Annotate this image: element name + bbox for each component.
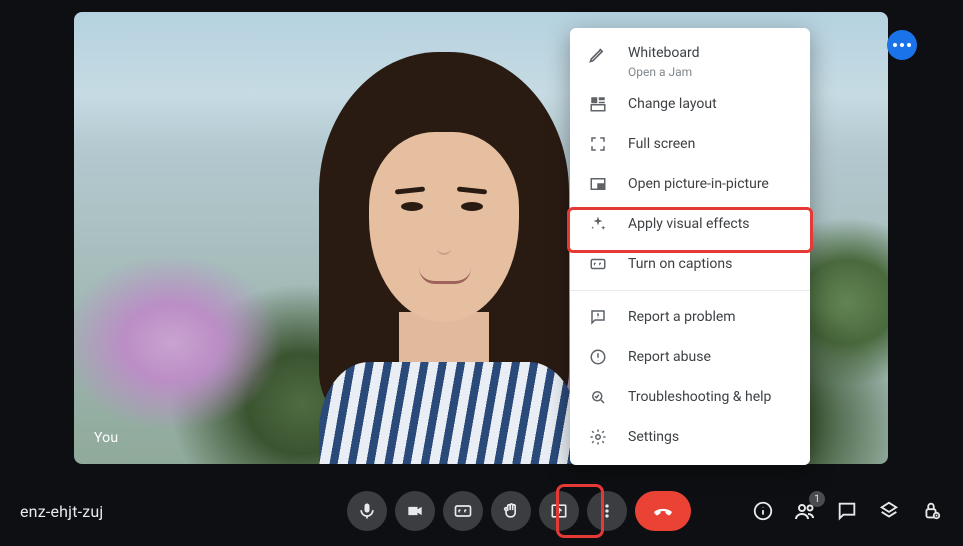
- present-button[interactable]: [539, 491, 579, 531]
- menu-item-troubleshoot[interactable]: Troubleshooting & help: [570, 377, 810, 417]
- sparkle-icon: [588, 214, 608, 234]
- menu-item-visual-effects[interactable]: Apply visual effects: [570, 204, 810, 244]
- menu-item-label: Report abuse: [628, 348, 711, 366]
- menu-item-captions[interactable]: Turn on captions: [570, 244, 810, 284]
- activities-button[interactable]: [877, 499, 901, 523]
- layout-icon: [588, 94, 608, 114]
- options-menu: Whiteboard Open a Jam Change layout Full…: [570, 28, 810, 465]
- captions-icon: [588, 254, 608, 274]
- menu-separator: [570, 290, 810, 291]
- menu-item-whiteboard[interactable]: Whiteboard Open a Jam: [570, 36, 810, 84]
- menu-item-label: Change layout: [628, 95, 717, 113]
- menu-item-report-abuse[interactable]: Report abuse: [570, 337, 810, 377]
- troubleshoot-icon: [588, 387, 608, 407]
- pip-icon: [588, 174, 608, 194]
- feedback-icon: [588, 307, 608, 327]
- meeting-details-button[interactable]: [751, 499, 775, 523]
- host-controls-button[interactable]: [919, 499, 943, 523]
- participants-button[interactable]: 1: [793, 499, 817, 523]
- microphone-button[interactable]: [347, 491, 387, 531]
- menu-item-pip[interactable]: Open picture-in-picture: [570, 164, 810, 204]
- menu-item-full-screen[interactable]: Full screen: [570, 124, 810, 164]
- menu-item-label: Full screen: [628, 135, 695, 153]
- participant-name: You: [94, 430, 118, 446]
- camera-button[interactable]: [395, 491, 435, 531]
- menu-item-change-layout[interactable]: Change layout: [570, 84, 810, 124]
- bottom-bar: enz-ehjt-zuj 1: [0, 476, 963, 546]
- gear-icon: [588, 427, 608, 447]
- call-controls: [347, 491, 691, 531]
- end-call-button[interactable]: [635, 491, 691, 531]
- pencil-icon: [588, 44, 608, 64]
- menu-item-label: Turn on captions: [628, 255, 732, 273]
- menu-item-label: Apply visual effects: [628, 215, 750, 233]
- meeting-code: enz-ehjt-zuj: [20, 502, 103, 521]
- menu-item-label: Report a problem: [628, 308, 736, 326]
- chat-button[interactable]: [835, 499, 859, 523]
- participants-count-badge: 1: [809, 491, 825, 507]
- more-options-button[interactable]: [587, 491, 627, 531]
- menu-item-settings[interactable]: Settings: [570, 417, 810, 457]
- menu-item-report-problem[interactable]: Report a problem: [570, 297, 810, 337]
- captions-button[interactable]: [443, 491, 483, 531]
- raise-hand-button[interactable]: [491, 491, 531, 531]
- tile-more-button[interactable]: [887, 30, 917, 60]
- menu-item-label: Open picture-in-picture: [628, 175, 769, 193]
- alert-icon: [588, 347, 608, 367]
- menu-item-label: Whiteboard Open a Jam: [628, 44, 700, 81]
- menu-item-label: Troubleshooting & help: [628, 388, 771, 406]
- fullscreen-icon: [588, 134, 608, 154]
- menu-item-label: Settings: [628, 428, 679, 446]
- right-controls: 1: [751, 499, 943, 523]
